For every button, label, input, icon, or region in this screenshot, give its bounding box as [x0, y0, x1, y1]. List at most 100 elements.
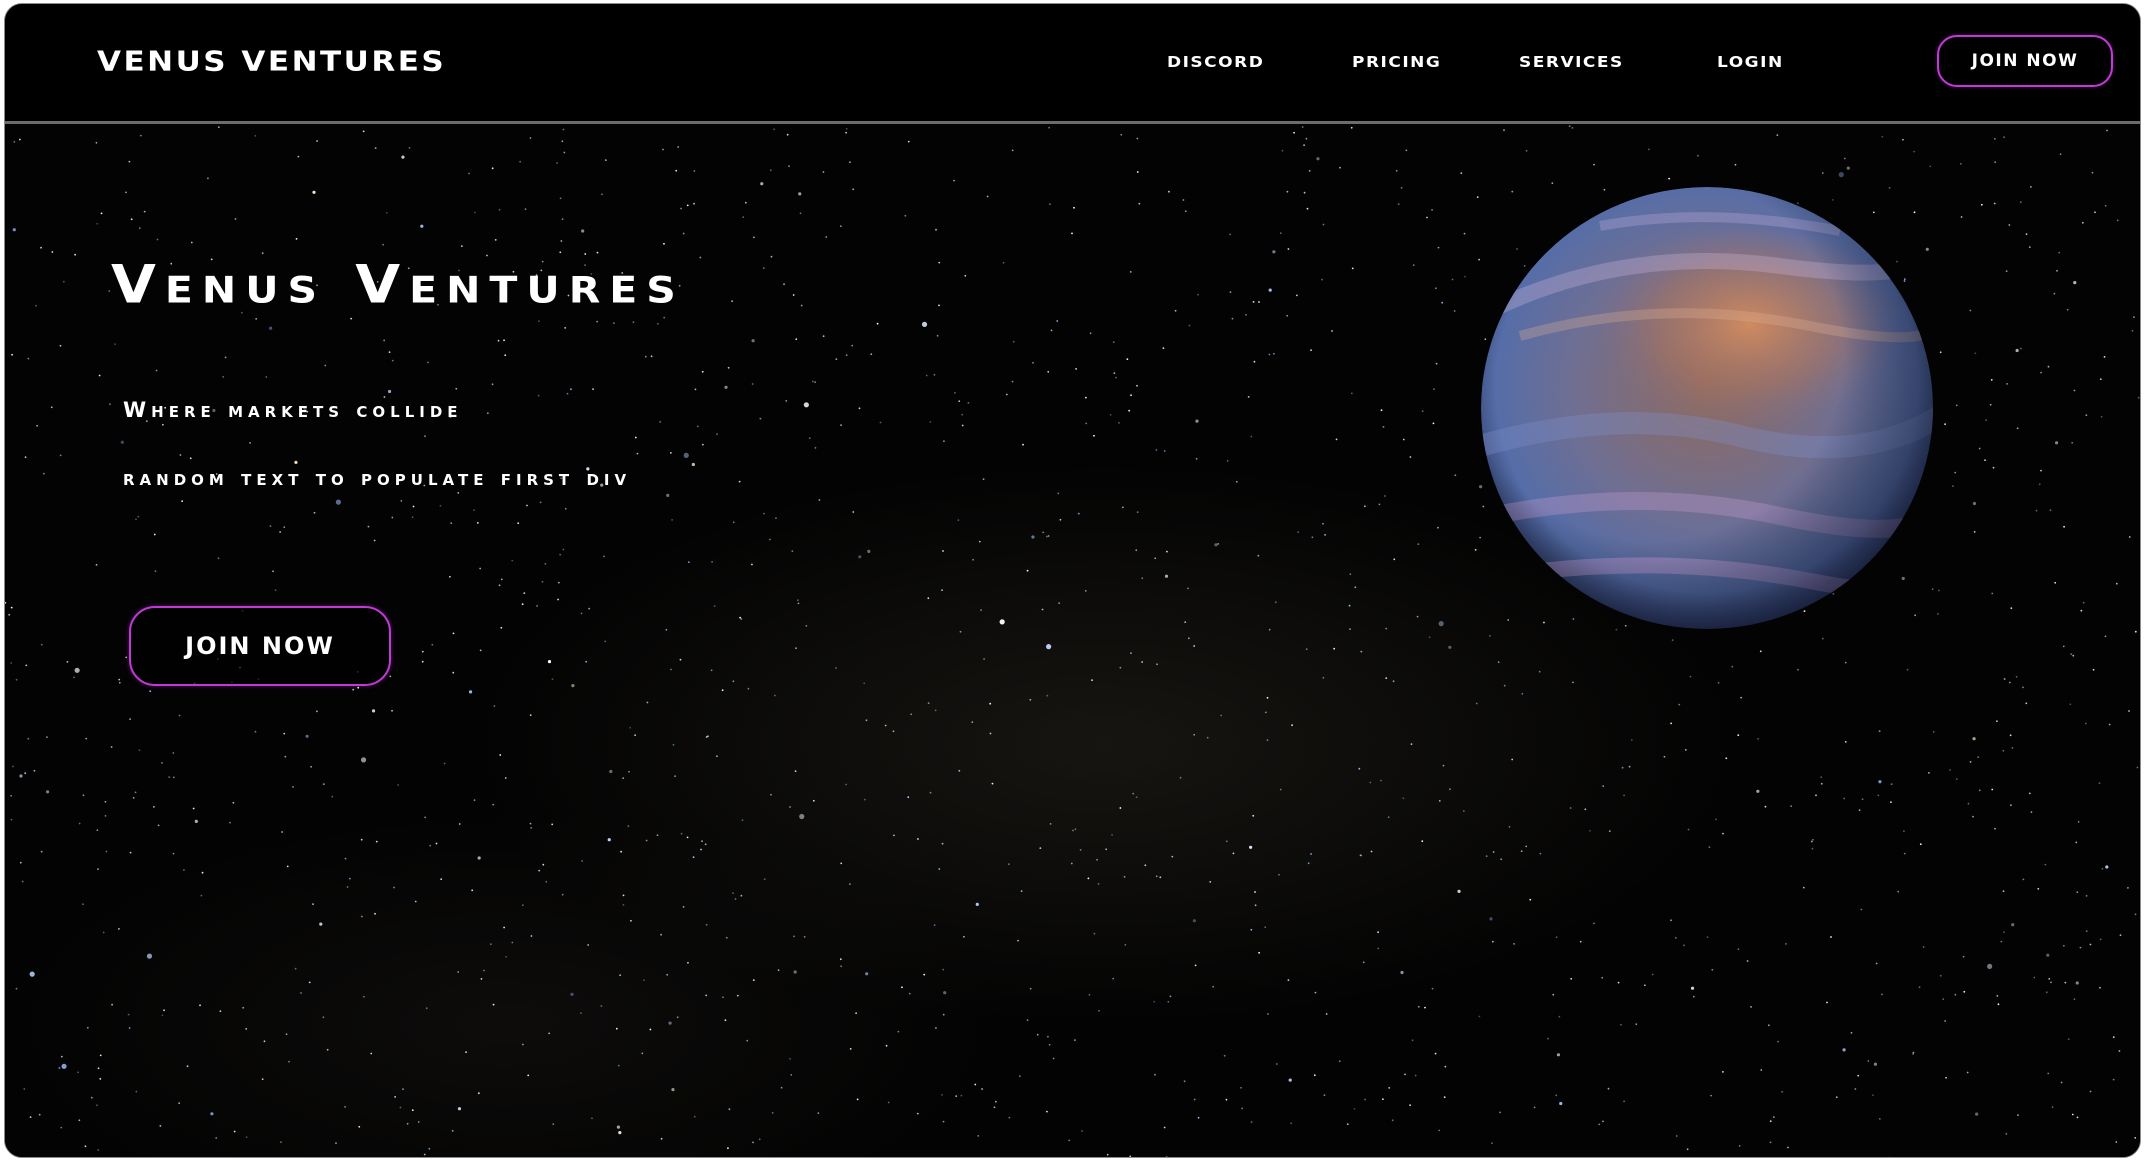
star [114, 343, 116, 345]
star [835, 358, 838, 360]
star [551, 678, 554, 680]
star [849, 161, 851, 164]
star [587, 944, 590, 946]
star [1316, 157, 1320, 161]
star [845, 783, 848, 786]
star [27, 357, 30, 360]
star [1349, 573, 1352, 576]
star [963, 935, 965, 938]
star [387, 389, 392, 394]
star [740, 618, 743, 620]
star [1489, 635, 1491, 637]
star [59, 454, 62, 457]
star [1008, 1116, 1011, 1119]
star [669, 452, 672, 454]
star [2098, 782, 2101, 784]
star [1571, 127, 1574, 129]
hero-join-now-button[interactable]: JOIN NOW [129, 606, 391, 686]
star [1539, 852, 1542, 855]
star [1118, 422, 1120, 424]
star [1960, 216, 1963, 218]
star [1249, 845, 1253, 849]
star [732, 521, 735, 524]
star [1725, 757, 1728, 760]
nav-join-now-button[interactable]: JOIN NOW [1937, 35, 2113, 87]
star [660, 1137, 663, 1140]
star [172, 852, 175, 855]
star [186, 1065, 189, 1068]
star [814, 381, 817, 383]
star [1385, 677, 1388, 679]
star [1059, 518, 1062, 521]
star [727, 1147, 729, 1150]
star [840, 862, 843, 865]
star [394, 1096, 397, 1098]
star [773, 128, 775, 131]
star [596, 320, 599, 323]
star [2103, 356, 2106, 358]
star [959, 630, 962, 633]
star [1295, 294, 1298, 297]
star [938, 868, 941, 870]
star [1026, 569, 1029, 572]
star [1623, 794, 1625, 797]
star [104, 815, 107, 817]
star [1994, 161, 1997, 164]
star [183, 869, 185, 871]
star [665, 628, 668, 631]
star [1438, 621, 1444, 627]
star [570, 388, 572, 391]
star [666, 973, 669, 976]
star [1503, 684, 1506, 687]
star [2071, 441, 2074, 444]
star [1993, 138, 1996, 140]
star [1097, 883, 1100, 885]
star [1400, 970, 1404, 975]
star [771, 1112, 774, 1114]
star [1432, 422, 1435, 425]
nav-link-pricing[interactable]: PRICING [1352, 54, 1441, 72]
star [1759, 650, 1762, 653]
star [348, 877, 351, 880]
star [2131, 329, 2134, 332]
nav-links: DISCORD PRICING SERVICES LOGIN [5, 54, 2140, 78]
star [1264, 711, 1267, 714]
star [12, 228, 16, 232]
star [893, 834, 895, 837]
star [936, 334, 939, 337]
star [1607, 1087, 1610, 1090]
star [686, 204, 689, 207]
star [1776, 134, 1779, 136]
star [1721, 1071, 1724, 1073]
star [1197, 1116, 1200, 1119]
star [108, 290, 111, 292]
star [2046, 953, 2050, 957]
star [1936, 613, 1939, 615]
nav-link-discord[interactable]: DISCORD [1167, 54, 1264, 72]
star [680, 207, 682, 210]
star [1621, 766, 1624, 769]
star [615, 1027, 618, 1030]
star [1052, 1057, 1055, 1060]
star [1020, 890, 1023, 892]
star [2000, 940, 2003, 943]
star [1984, 459, 1986, 462]
star [1223, 1054, 1226, 1057]
star [40, 850, 43, 853]
star [1555, 936, 1558, 939]
star [1093, 434, 1095, 437]
star [367, 525, 370, 528]
star [1096, 858, 1098, 861]
star [2015, 675, 2018, 678]
star [503, 926, 506, 929]
star [374, 147, 377, 149]
star [2116, 219, 2119, 222]
star [99, 1078, 102, 1080]
star [1032, 361, 1034, 364]
nav-link-services[interactable]: SERVICES [1519, 54, 1624, 72]
nav-link-login[interactable]: LOGIN [1717, 54, 1784, 72]
star [1944, 1020, 1946, 1022]
star [346, 886, 349, 888]
star [1990, 379, 1993, 381]
star [1556, 1053, 1561, 1057]
